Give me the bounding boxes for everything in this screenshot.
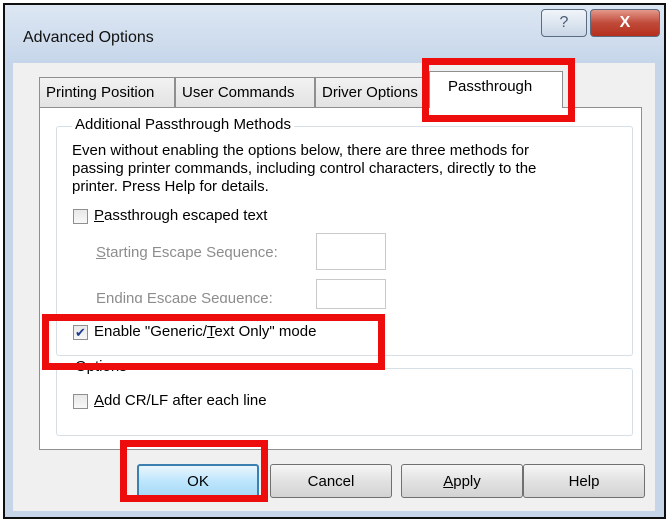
group-legend-passthrough: Additional Passthrough Methods [72,116,294,133]
close-icon[interactable]: X [590,9,660,37]
title-bar[interactable]: Advanced Options ? X [5,5,664,63]
hotkey-letter: A [94,392,105,409]
hotkey-letter: S [96,244,107,261]
highlight-box-generic-mode [42,314,385,370]
passthrough-tab-panel: Additional Passthrough Methods Even with… [39,107,642,450]
description-line-3: printer. Press Help for details. [72,178,269,195]
label-text: nding Escape Sequence: [106,290,273,303]
tab-driver-options[interactable]: Driver Options [315,77,430,107]
apply-button[interactable]: Apply [401,464,523,498]
label-text: assthrough escaped text [104,207,268,224]
highlight-box-ok-button [120,440,268,502]
ending-escape-label: Ending Escape Sequence: [96,290,273,303]
hotkey-letter: A [443,472,454,490]
label-text: pply [453,472,481,490]
description-line-1: Even without enabling the options below,… [72,142,529,159]
help-icon[interactable]: ? [541,9,587,37]
ending-escape-input[interactable] [316,279,386,309]
dialog-client-area: Printing Position User Commands Driver O… [13,63,655,511]
label-text: tarting Escape Sequence: [106,244,278,261]
hotkey-letter: E [96,290,107,303]
passthrough-escaped-checkbox[interactable] [73,209,88,224]
add-crlf-label[interactable]: Add CR/LF after each line [94,392,267,409]
tab-printing-position[interactable]: Printing Position [39,77,175,107]
hotkey-letter: P [94,207,105,224]
passthrough-escaped-label[interactable]: Passthrough escaped text [94,207,267,224]
help-button[interactable]: Help [523,464,645,498]
cancel-button[interactable]: Cancel [270,464,392,498]
highlight-box-passthrough-tab [422,58,575,122]
description-line-2: passing printer commands, including cont… [72,160,537,177]
add-crlf-checkbox[interactable] [73,394,88,409]
starting-escape-input[interactable] [316,233,386,270]
tab-user-commands[interactable]: User Commands [175,77,315,107]
window-title: Advanced Options [23,29,154,46]
label-text: dd CR/LF after each line [104,392,267,409]
starting-escape-label: Starting Escape Sequence: [96,244,278,261]
